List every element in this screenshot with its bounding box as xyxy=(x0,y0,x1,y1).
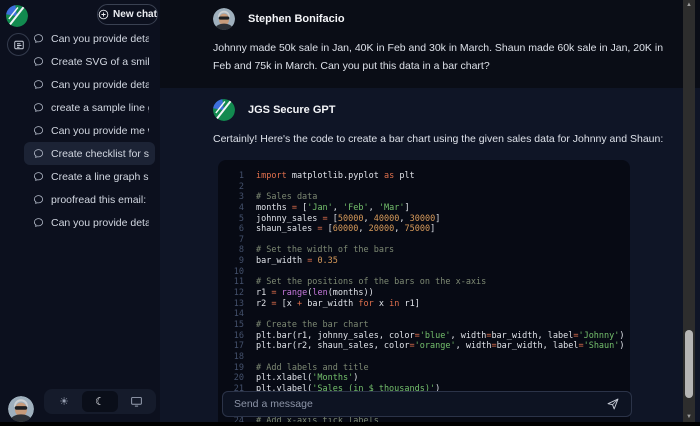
sidebar-item-label: Create checklist for sta... xyxy=(51,147,149,160)
sidebar-item-1[interactable]: Create SVG of a smilin... xyxy=(24,50,155,73)
code-line-6: 6 shaun_sales = [60000, 20000, 75000] xyxy=(238,224,436,235)
assistant-message: JGS Secure GPT Certainly! Here's the cod… xyxy=(160,88,700,426)
sidebar-item-label: create a sample line gr... xyxy=(51,101,149,114)
chat-bubble-icon xyxy=(33,195,44,204)
user-message-text: Johnny made 50k sale in Jan, 40K in Feb … xyxy=(213,42,664,72)
chat-bubble-icon xyxy=(33,80,44,89)
sidebar-item-7[interactable]: proofread this email: Hi... xyxy=(24,188,155,211)
code-line-15: 15 # Create the bar chart xyxy=(233,319,369,330)
sidebar-item-label: proofread this email: Hi... xyxy=(51,193,149,206)
chat-bubble-icon xyxy=(33,57,44,66)
plus-circle-icon xyxy=(98,9,109,20)
sidebar-item-label: Create a line graph sho... xyxy=(51,170,149,183)
chat-bubble-icon xyxy=(33,218,44,227)
code-line-17: 17 plt.bar(r2, shaun_sales, color='orange… xyxy=(233,341,625,352)
code-line-11: 11 # Set the positions of the bars on the… xyxy=(233,277,487,288)
chat-bubble-icon xyxy=(33,103,44,112)
code-line-1: 1 import matplotlib.pyplot as plt xyxy=(238,171,415,181)
code-line-16: 16 plt.bar(r1, johnny_sales, color='blue'… xyxy=(233,330,625,341)
code-line-3: 3 # Sales data xyxy=(238,192,318,203)
sidebar-item-2[interactable]: Can you provide detail... xyxy=(24,73,155,96)
theme-light-button[interactable]: ☀ xyxy=(46,391,82,412)
code-line-8: 8 # Set the width of the bars xyxy=(238,245,395,256)
code-line-19: 19 # Add labels and title xyxy=(233,362,369,373)
theme-switcher: ☀ ☾ xyxy=(44,389,156,414)
send-button[interactable] xyxy=(606,397,620,411)
chat-bubble-icon xyxy=(33,149,44,158)
assistant-avatar-logo xyxy=(213,99,235,121)
assistant-name: JGS Secure GPT xyxy=(248,104,336,116)
new-chat-button[interactable]: New chat xyxy=(97,4,158,25)
code-line-18: 18 xyxy=(233,351,244,362)
vertical-scrollbar[interactable]: ▲ ▼ xyxy=(683,0,695,422)
user-message-avatar xyxy=(213,8,235,30)
chat-bubble-icon xyxy=(33,34,44,43)
code-line-20: 20 plt.xlabel('Months') xyxy=(233,373,359,384)
code-line-12: 12 r1 = range(len(months)) xyxy=(233,288,374,299)
sidebar-item-label: Can you provide detail... xyxy=(51,78,149,91)
message-input-bar xyxy=(222,391,632,417)
sidebar: New chat Can you provide detail... Create… xyxy=(0,0,160,426)
chat-area: Stephen Bonifacio Johnny made 50k sale i… xyxy=(160,0,700,426)
chat-history-list: Can you provide detail... Create SVG of a… xyxy=(24,27,155,234)
app-window: New chat Can you provide detail... Create… xyxy=(0,0,700,426)
scroll-up-icon[interactable]: ▲ xyxy=(683,0,695,10)
code-line-9: 9 bar_width = 0.35 xyxy=(238,256,338,267)
sidebar-item-label: Can you provide detail... xyxy=(51,32,149,45)
user-name: Stephen Bonifacio xyxy=(248,13,345,25)
code-line-5: 5 johnny_sales = [50000, 40000, 30000] xyxy=(238,213,441,224)
chat-bubble-icon xyxy=(33,126,44,135)
sidebar-item-6[interactable]: Create a line graph sho... xyxy=(24,165,155,188)
code-line-13: 13 r2 = [x + bar_width for x in r1] xyxy=(233,298,420,309)
chat-bubble-icon xyxy=(33,172,44,181)
code-block: 1 import matplotlib.pyplot as plt 2 3 # Sale… xyxy=(218,160,630,426)
user-message: Stephen Bonifacio Johnny made 50k sale i… xyxy=(160,0,700,88)
sidebar-item-8[interactable]: Can you provide detail... xyxy=(24,211,155,234)
code-line-4: 4 months = ['Jan', 'Feb', 'Mar'] xyxy=(238,202,410,213)
code-line-10: 10 xyxy=(233,266,244,277)
sidebar-item-label: Create SVG of a smilin... xyxy=(51,55,149,68)
monitor-icon xyxy=(130,396,142,407)
sun-icon: ☀ xyxy=(59,396,69,408)
sidebar-item-label: Can you provide detail... xyxy=(51,216,149,229)
assistant-intro-text: Certainly! Here's the code to create a b… xyxy=(213,133,664,145)
user-avatar[interactable] xyxy=(8,396,34,422)
sidebar-item-0[interactable]: Can you provide detail... xyxy=(24,27,155,50)
scrollbar-thumb[interactable] xyxy=(685,330,693,398)
code-line-7: 7 xyxy=(238,234,244,245)
theme-system-button[interactable] xyxy=(118,391,154,412)
new-chat-label: New chat xyxy=(113,9,157,20)
scroll-down-icon[interactable]: ▼ xyxy=(683,412,695,422)
app-logo-icon xyxy=(6,5,28,27)
sidebar-toggle-icon xyxy=(13,40,24,49)
moon-icon: ☾ xyxy=(95,396,105,408)
theme-dark-button[interactable]: ☾ xyxy=(82,391,118,412)
code-line-2: 2 xyxy=(238,181,244,192)
code-line-14: 14 xyxy=(233,309,244,320)
message-input[interactable] xyxy=(234,398,606,410)
sidebar-item-3[interactable]: create a sample line gr... xyxy=(24,96,155,119)
window-bottom-edge xyxy=(0,422,700,426)
sidebar-item-4[interactable]: Can you provide me wi... xyxy=(24,119,155,142)
sidebar-item-label: Can you provide me wi... xyxy=(51,124,149,137)
sidebar-item-5[interactable]: Create checklist for sta... xyxy=(24,142,155,165)
send-icon xyxy=(607,398,619,410)
